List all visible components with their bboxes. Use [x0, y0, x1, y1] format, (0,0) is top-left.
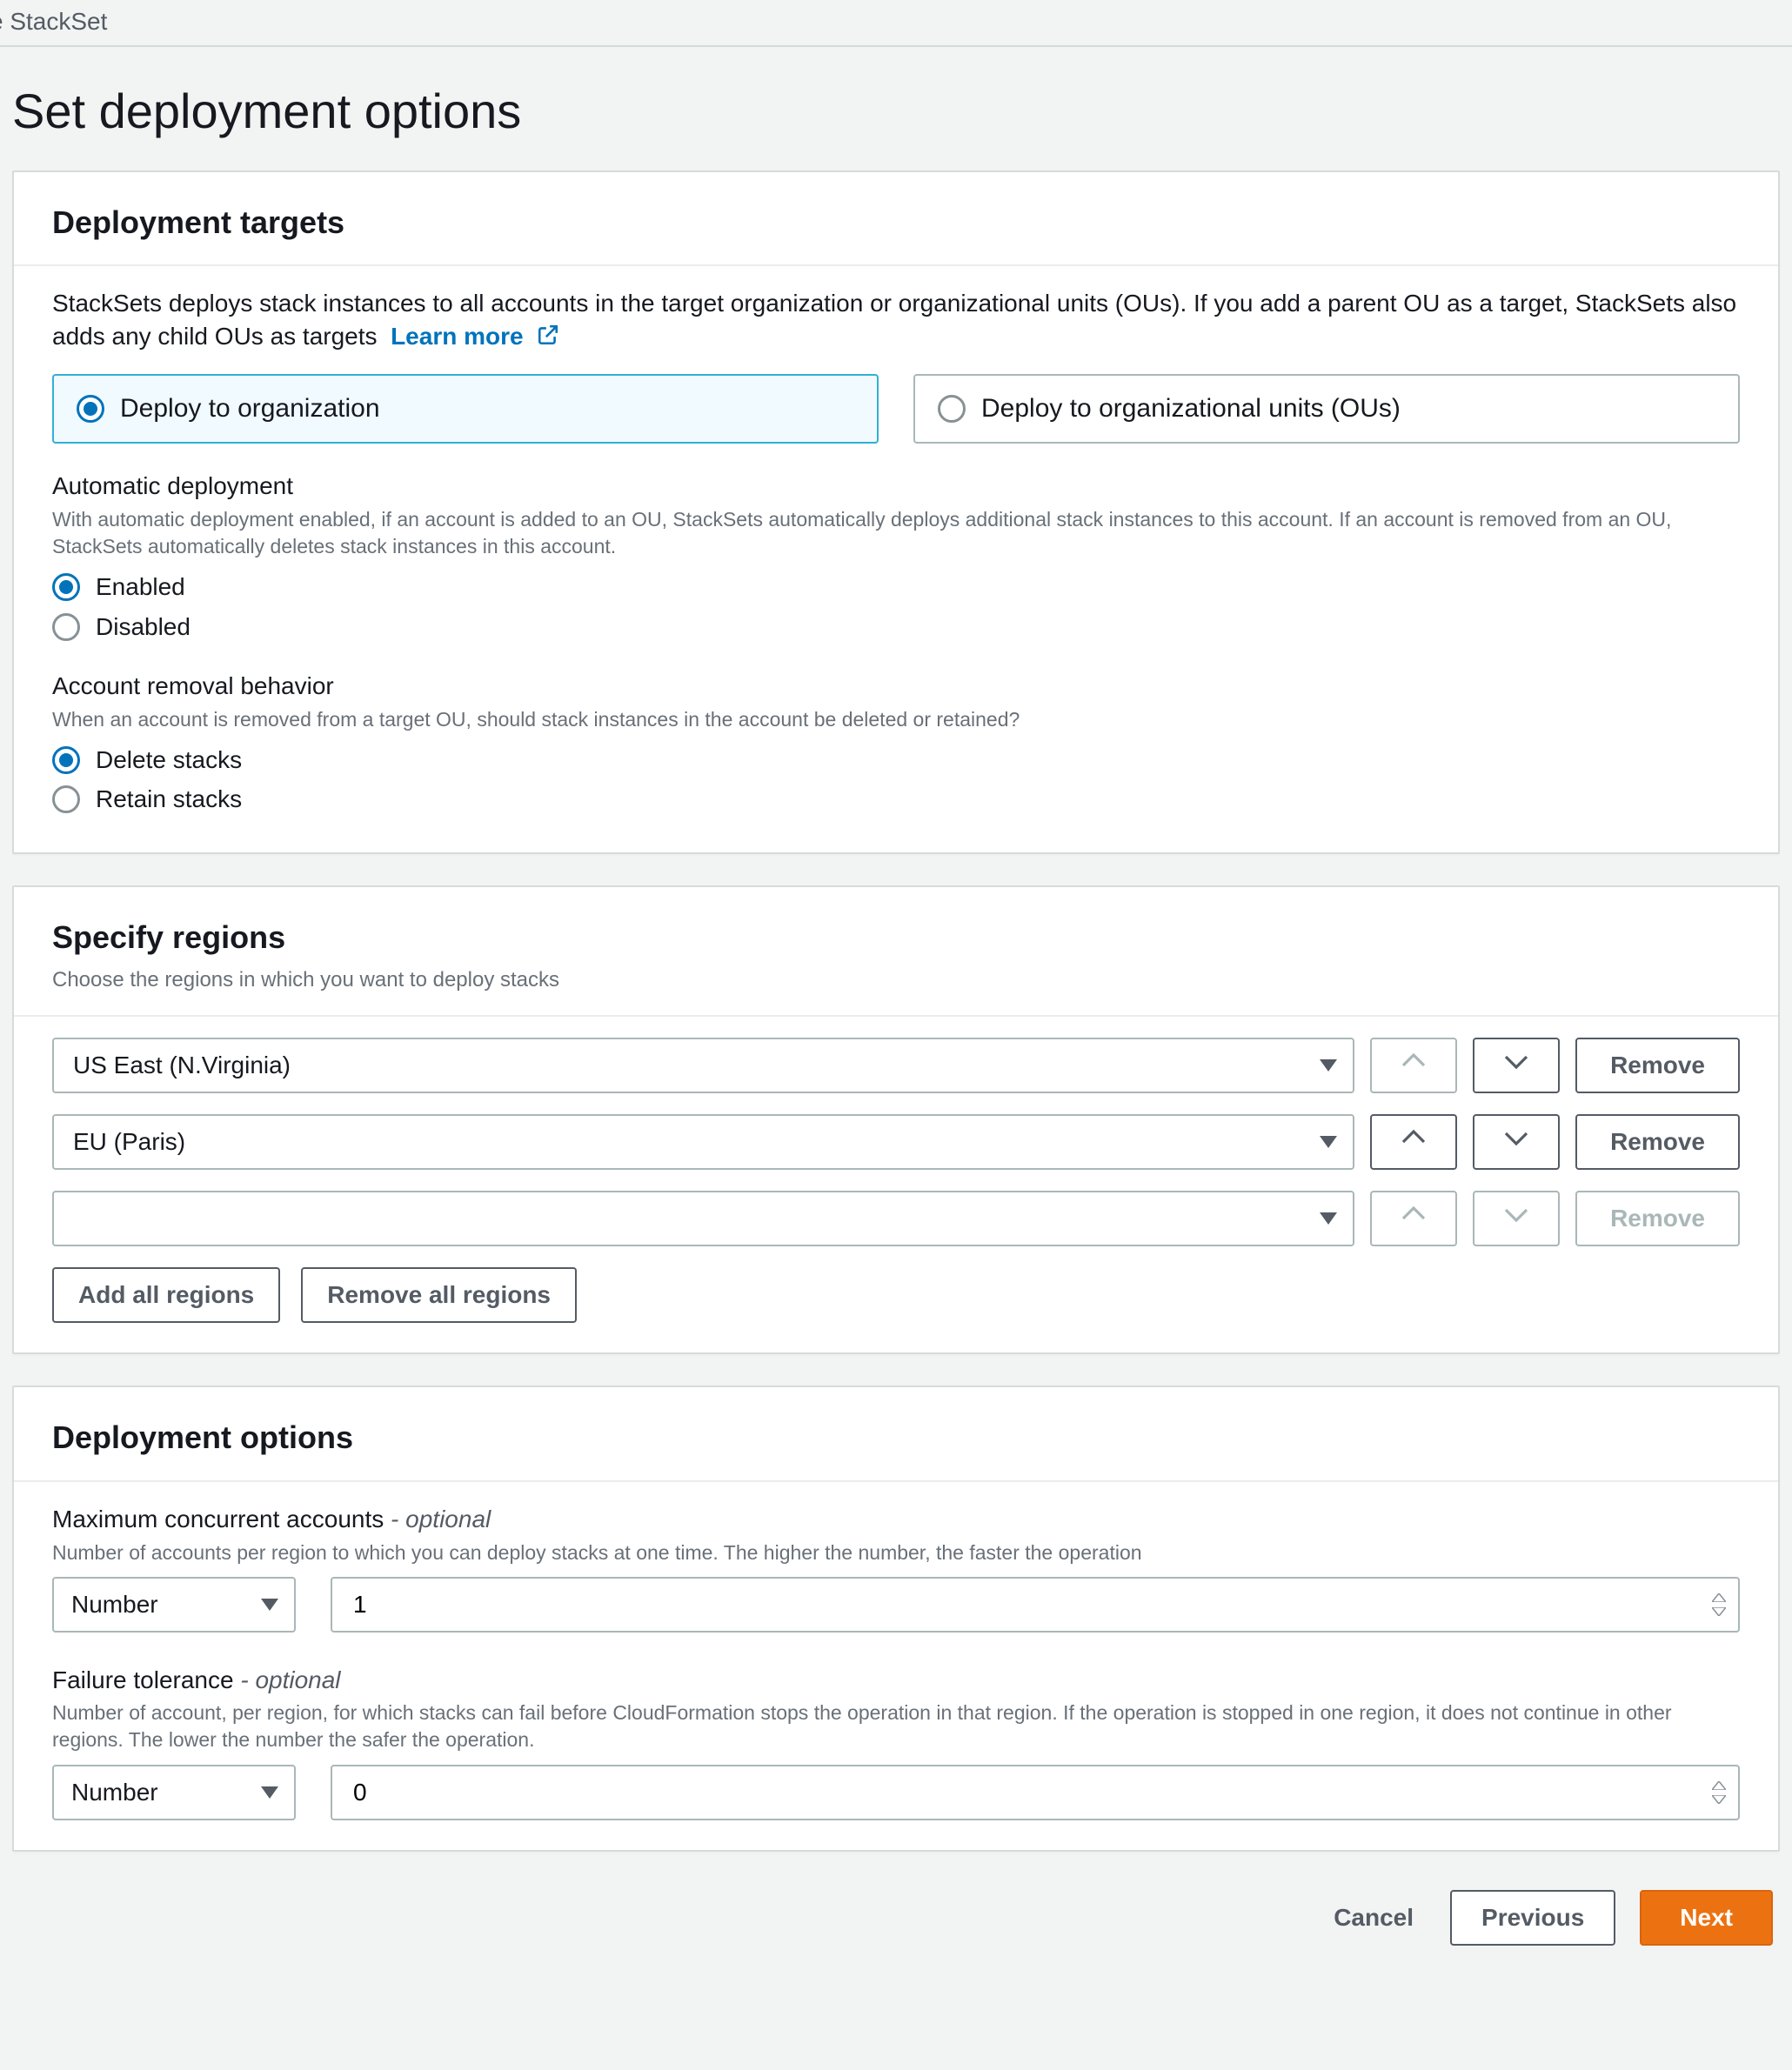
chevron-up-icon: [1400, 1201, 1428, 1236]
auto-disabled-label: Disabled: [96, 611, 191, 644]
region-move-down-button[interactable]: [1473, 1038, 1560, 1093]
radio-icon: [77, 395, 104, 423]
max-concurrent-type-select[interactable]: Number: [52, 1577, 296, 1633]
chevron-down-icon: [1502, 1048, 1530, 1083]
learn-more-link[interactable]: Learn more: [391, 323, 524, 350]
region-move-up-button: [1370, 1191, 1457, 1246]
failure-tolerance-input-wrapper: [331, 1765, 1740, 1820]
add-all-regions-button[interactable]: Add all regions: [52, 1267, 280, 1323]
failure-tolerance-help: Number of account, per region, for which…: [52, 1699, 1740, 1753]
region-move-down-button: [1473, 1191, 1560, 1246]
caret-down-icon: [1320, 1136, 1337, 1148]
number-stepper-icon[interactable]: [1712, 1781, 1726, 1804]
delete-stacks-label: Delete stacks: [96, 744, 242, 777]
radio-icon: [52, 785, 80, 813]
previous-button[interactable]: Previous: [1450, 1890, 1615, 1946]
external-link-icon: [537, 322, 559, 344]
radio-icon: [52, 573, 80, 601]
region-select[interactable]: [52, 1191, 1354, 1246]
retain-stacks-radio[interactable]: Retain stacks: [52, 783, 1740, 816]
number-stepper-icon[interactable]: [1712, 1593, 1726, 1616]
next-button[interactable]: Next: [1640, 1890, 1773, 1946]
region-row: Remove: [52, 1191, 1740, 1246]
auto-enabled-radio[interactable]: Enabled: [52, 571, 1740, 604]
deployment-options-panel: Deployment options Maximum concurrent ac…: [12, 1386, 1780, 1851]
max-concurrent-label: Maximum concurrent accounts - optional: [52, 1503, 1740, 1536]
failure-tolerance-input[interactable]: [351, 1766, 1691, 1819]
failure-tolerance-label: Failure tolerance - optional: [52, 1664, 1740, 1697]
cancel-button[interactable]: Cancel: [1321, 1895, 1426, 1940]
radio-icon: [52, 746, 80, 774]
max-concurrent-help: Number of accounts per region to which y…: [52, 1539, 1740, 1566]
region-move-down-button[interactable]: [1473, 1114, 1560, 1170]
wizard-footer: Cancel Previous Next: [0, 1883, 1792, 1946]
radio-icon: [52, 613, 80, 641]
remove-all-regions-button[interactable]: Remove all regions: [301, 1267, 577, 1323]
max-concurrent-type-value: Number: [71, 1588, 158, 1621]
chevron-up-icon: [1400, 1125, 1428, 1159]
deploy-to-organization-tile[interactable]: Deploy to organization: [52, 374, 879, 444]
deployment-options-heading: Deployment options: [52, 1417, 1740, 1459]
region-select[interactable]: EU (Paris): [52, 1114, 1354, 1170]
radio-icon: [938, 395, 966, 423]
region-select-value: US East (N.Virginia): [73, 1049, 291, 1082]
chevron-down-icon: [1502, 1125, 1530, 1159]
chevron-down-icon: [1502, 1201, 1530, 1236]
region-select[interactable]: US East (N.Virginia): [52, 1038, 1354, 1093]
caret-down-icon: [1320, 1212, 1337, 1225]
caret-down-icon: [261, 1599, 278, 1611]
automatic-deployment-label: Automatic deployment: [52, 470, 1740, 503]
specify-regions-sub: Choose the regions in which you want to …: [52, 966, 1740, 994]
max-concurrent-input[interactable]: [351, 1579, 1691, 1631]
deployment-targets-heading: Deployment targets: [52, 202, 1740, 244]
region-select-value: EU (Paris): [73, 1125, 185, 1159]
page-title: Set deployment options: [12, 78, 1792, 144]
caret-down-icon: [1320, 1059, 1337, 1072]
specify-regions-panel: Specify regions Choose the regions in wh…: [12, 885, 1780, 1354]
automatic-deployment-help: With automatic deployment enabled, if an…: [52, 506, 1740, 560]
deployment-targets-panel: Deployment targets StackSets deploys sta…: [12, 170, 1780, 855]
breadcrumb: e StackSet: [0, 5, 107, 38]
region-move-up-button[interactable]: [1370, 1114, 1457, 1170]
region-move-up-button: [1370, 1038, 1457, 1093]
targets-description-block: StackSets deploys stack instances to all…: [52, 287, 1740, 353]
max-concurrent-input-wrapper: [331, 1577, 1740, 1633]
account-removal-label: Account removal behavior: [52, 670, 1740, 703]
failure-tolerance-type-value: Number: [71, 1776, 158, 1809]
delete-stacks-radio[interactable]: Delete stacks: [52, 744, 1740, 777]
auto-disabled-radio[interactable]: Disabled: [52, 611, 1740, 644]
region-row: EU (Paris) Remove: [52, 1114, 1740, 1170]
deploy-to-ous-label: Deploy to organizational units (OUs): [981, 391, 1401, 427]
region-remove-button[interactable]: Remove: [1575, 1038, 1740, 1093]
region-row: US East (N.Virginia) Remove: [52, 1038, 1740, 1093]
region-remove-button[interactable]: Remove: [1575, 1114, 1740, 1170]
caret-down-icon: [261, 1786, 278, 1799]
retain-stacks-label: Retain stacks: [96, 783, 242, 816]
account-removal-help: When an account is removed from a target…: [52, 706, 1740, 733]
specify-regions-heading: Specify regions: [52, 917, 1740, 959]
region-remove-button: Remove: [1575, 1191, 1740, 1246]
deploy-to-organization-label: Deploy to organization: [120, 391, 380, 427]
targets-description: StackSets deploys stack instances to all…: [52, 290, 1736, 350]
auto-enabled-label: Enabled: [96, 571, 185, 604]
failure-tolerance-type-select[interactable]: Number: [52, 1765, 296, 1820]
chevron-up-icon: [1400, 1048, 1428, 1083]
deploy-to-ous-tile[interactable]: Deploy to organizational units (OUs): [913, 374, 1740, 444]
